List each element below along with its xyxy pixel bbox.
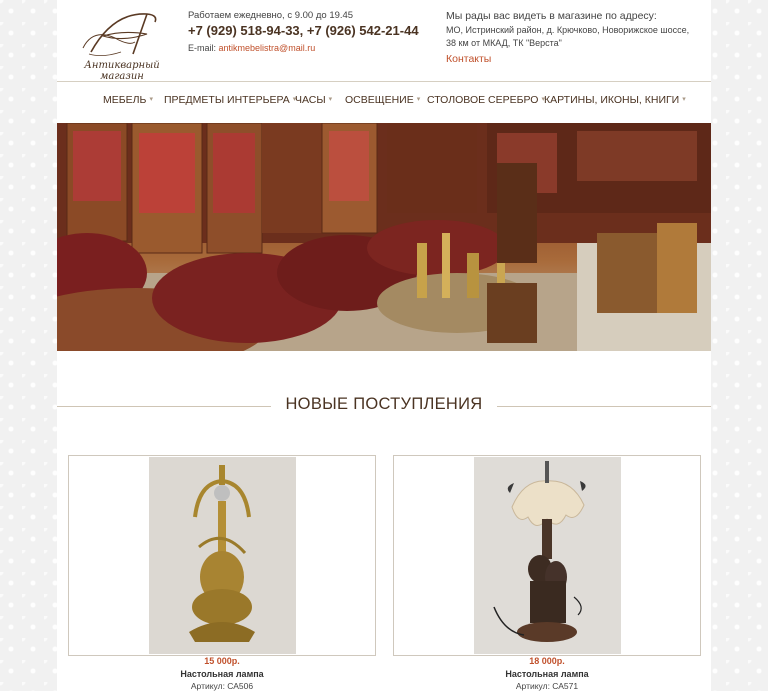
product-card[interactable]	[393, 455, 701, 656]
lamp-photo	[474, 457, 621, 654]
address-title: Мы рады вас видеть в магазине по адресу:	[446, 10, 657, 22]
product-name[interactable]: Настольная лампа	[393, 669, 701, 679]
chevron-down-icon: ▾	[328, 96, 333, 103]
nav-item-furniture[interactable]: МЕБЕЛЬ ▾	[103, 94, 153, 106]
product-price: 15 000р.	[204, 656, 240, 666]
working-hours: Работаем ежедневно, с 9.00 до 19.45	[188, 10, 354, 21]
logo-caption: Антикварный магазин	[84, 60, 160, 82]
product-image[interactable]	[474, 457, 621, 654]
hero-photo	[57, 123, 711, 351]
nav-item-paintings[interactable]: КАРТИНЫ, ИКОНЫ, КНИГИ ▾	[544, 94, 686, 106]
nav-item-lighting[interactable]: ОСВЕЩЕНИЕ ▾	[345, 94, 420, 106]
chevron-down-icon: ▾	[682, 96, 686, 103]
section-title: НОВЫЕ ПОСТУПЛЕНИЯ	[285, 395, 483, 413]
page: Антикварный магазин Работаем ежедневно, …	[57, 0, 711, 691]
nav-label: ЧАСЫ	[295, 94, 326, 106]
product-image[interactable]	[149, 457, 296, 654]
nav-label: КАРТИНЫ, ИКОНЫ, КНИГИ	[544, 94, 680, 106]
product-sku: Артикул: СА571	[515, 681, 579, 691]
nav-item-clocks[interactable]: ЧАСЫ ▾	[295, 94, 332, 106]
address-text: МО, Истринский район, д. Крючково, Новор…	[446, 25, 690, 48]
nav-label: ОСВЕЩЕНИЕ	[345, 94, 414, 106]
chevron-down-icon: ▾	[149, 96, 153, 103]
main-nav: МЕБЕЛЬ ▾ ПРЕДМЕТЫ ИНТЕРЬЕРА ▾ ЧАСЫ ▾ ОСВЕЩЕ…	[57, 82, 711, 122]
nav-label: ПРЕДМЕТЫ ИНТЕРЬЕРА	[164, 94, 290, 106]
email-row: E-mail: antikmebelistra@mail.ru	[188, 43, 315, 53]
lamp-photo	[149, 457, 296, 654]
product-price: 18 000р.	[529, 656, 565, 666]
chevron-down-icon: ▾	[416, 96, 421, 103]
phone-numbers[interactable]: +7 (929) 518-94-33, +7 (926) 542-21-44	[188, 23, 419, 38]
product-name[interactable]: Настольная лампа	[68, 669, 376, 679]
product-sku: Артикул: СА506	[190, 681, 254, 691]
nav-label: МЕБЕЛЬ	[103, 94, 147, 106]
email-label: E-mail:	[188, 43, 217, 53]
hero-banner[interactable]	[57, 123, 711, 351]
shop-logo[interactable]: Антикварный магазин	[63, 8, 181, 82]
product-card[interactable]	[68, 455, 376, 656]
email-link[interactable]: antikmebelistra@mail.ru	[219, 43, 316, 53]
nav-item-silverware[interactable]: СТОЛОВОЕ СЕРЕБРО ▾	[427, 94, 545, 106]
nav-label: СТОЛОВОЕ СЕРЕБРО	[427, 94, 539, 106]
nav-item-interior[interactable]: ПРЕДМЕТЫ ИНТЕРЬЕРА ▾	[164, 94, 296, 106]
contacts-link[interactable]: Контакты	[446, 53, 491, 65]
logo-monogram-icon	[82, 13, 157, 56]
